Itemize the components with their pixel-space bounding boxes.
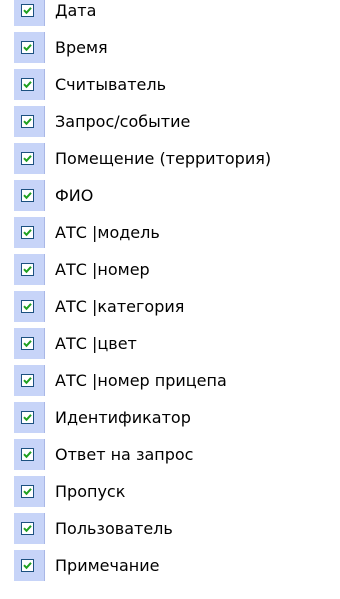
column-checkbox[interactable] [21, 485, 34, 498]
column-checkbox[interactable] [21, 448, 34, 461]
checkbox-column [14, 106, 45, 137]
check-icon [23, 340, 32, 348]
check-icon [23, 303, 32, 311]
column-checkbox[interactable] [21, 78, 34, 91]
check-icon [23, 377, 32, 385]
column-checkbox[interactable] [21, 152, 34, 165]
column-option-label: Время [55, 38, 108, 57]
column-option-label: Пользователь [55, 519, 173, 538]
column-option-label: Пропуск [55, 482, 126, 501]
checkbox-column [14, 550, 45, 581]
column-checkbox[interactable] [21, 226, 34, 239]
column-checkbox[interactable] [21, 300, 34, 313]
column-option-row[interactable]: Время [0, 32, 340, 63]
checkbox-column [14, 365, 45, 396]
checkbox-column [14, 69, 45, 100]
checkbox-column [14, 143, 45, 174]
column-option-label: Дата [55, 1, 97, 20]
check-icon [23, 488, 32, 496]
column-checkbox[interactable] [21, 411, 34, 424]
column-option-label: АТС |номер прицепа [55, 371, 227, 390]
check-icon [23, 118, 32, 126]
check-icon [23, 44, 32, 52]
check-icon [23, 451, 32, 459]
column-option-row[interactable]: АТС |номер [0, 254, 340, 285]
checkbox-column [14, 513, 45, 544]
checkbox-column [14, 328, 45, 359]
column-chooser-list: Дата Время Считыватель Запрос/событие Помеще… [0, 0, 340, 599]
column-checkbox[interactable] [21, 4, 34, 17]
column-option-label: АТС |модель [55, 223, 160, 242]
column-option-row[interactable]: Запрос/событие [0, 106, 340, 137]
checkbox-column [14, 476, 45, 507]
column-option-label: АТС |номер [55, 260, 150, 279]
column-option-row[interactable]: Пользователь [0, 513, 340, 544]
check-icon [23, 7, 32, 15]
column-option-label: Считыватель [55, 75, 167, 94]
checkbox-column [14, 439, 45, 470]
checkbox-column [14, 217, 45, 248]
column-option-row[interactable]: Дата [0, 0, 340, 26]
check-icon [23, 562, 32, 570]
check-icon [23, 229, 32, 237]
column-checkbox[interactable] [21, 522, 34, 535]
column-option-label: Идентификатор [55, 408, 191, 427]
check-icon [23, 155, 32, 163]
checkbox-column [14, 32, 45, 63]
checkbox-column [14, 0, 45, 26]
column-option-row[interactable]: Пропуск [0, 476, 340, 507]
column-option-row[interactable]: АТС |цвет [0, 328, 340, 359]
column-option-label: Помещение (территория) [55, 149, 272, 168]
check-icon [23, 525, 32, 533]
column-option-label: Запрос/событие [55, 112, 191, 131]
column-checkbox[interactable] [21, 189, 34, 202]
column-option-label: АТС |цвет [55, 334, 137, 353]
checkbox-column [14, 291, 45, 322]
column-checkbox[interactable] [21, 374, 34, 387]
column-option-label: ФИО [55, 186, 94, 205]
column-option-label: Ответ на запрос [55, 445, 194, 464]
column-option-row[interactable]: ФИО [0, 180, 340, 211]
column-checkbox[interactable] [21, 559, 34, 572]
column-option-row[interactable]: Помещение (территория) [0, 143, 340, 174]
column-option-label: АТС |категория [55, 297, 185, 316]
column-option-row[interactable]: АТС |модель [0, 217, 340, 248]
column-checkbox[interactable] [21, 263, 34, 276]
column-option-row[interactable]: Идентификатор [0, 402, 340, 433]
column-option-label: Примечание [55, 556, 160, 575]
checkbox-column [14, 402, 45, 433]
column-checkbox[interactable] [21, 41, 34, 54]
checkbox-column [14, 254, 45, 285]
column-option-row[interactable]: Ответ на запрос [0, 439, 340, 470]
column-option-row[interactable]: АТС |категория [0, 291, 340, 322]
check-icon [23, 192, 32, 200]
column-checkbox[interactable] [21, 337, 34, 350]
column-option-row[interactable]: АТС |номер прицепа [0, 365, 340, 396]
checkbox-column [14, 180, 45, 211]
check-icon [23, 81, 32, 89]
column-checkbox[interactable] [21, 115, 34, 128]
check-icon [23, 266, 32, 274]
column-option-row[interactable]: Считыватель [0, 69, 340, 100]
column-option-row[interactable]: Примечание [0, 550, 340, 581]
check-icon [23, 414, 32, 422]
